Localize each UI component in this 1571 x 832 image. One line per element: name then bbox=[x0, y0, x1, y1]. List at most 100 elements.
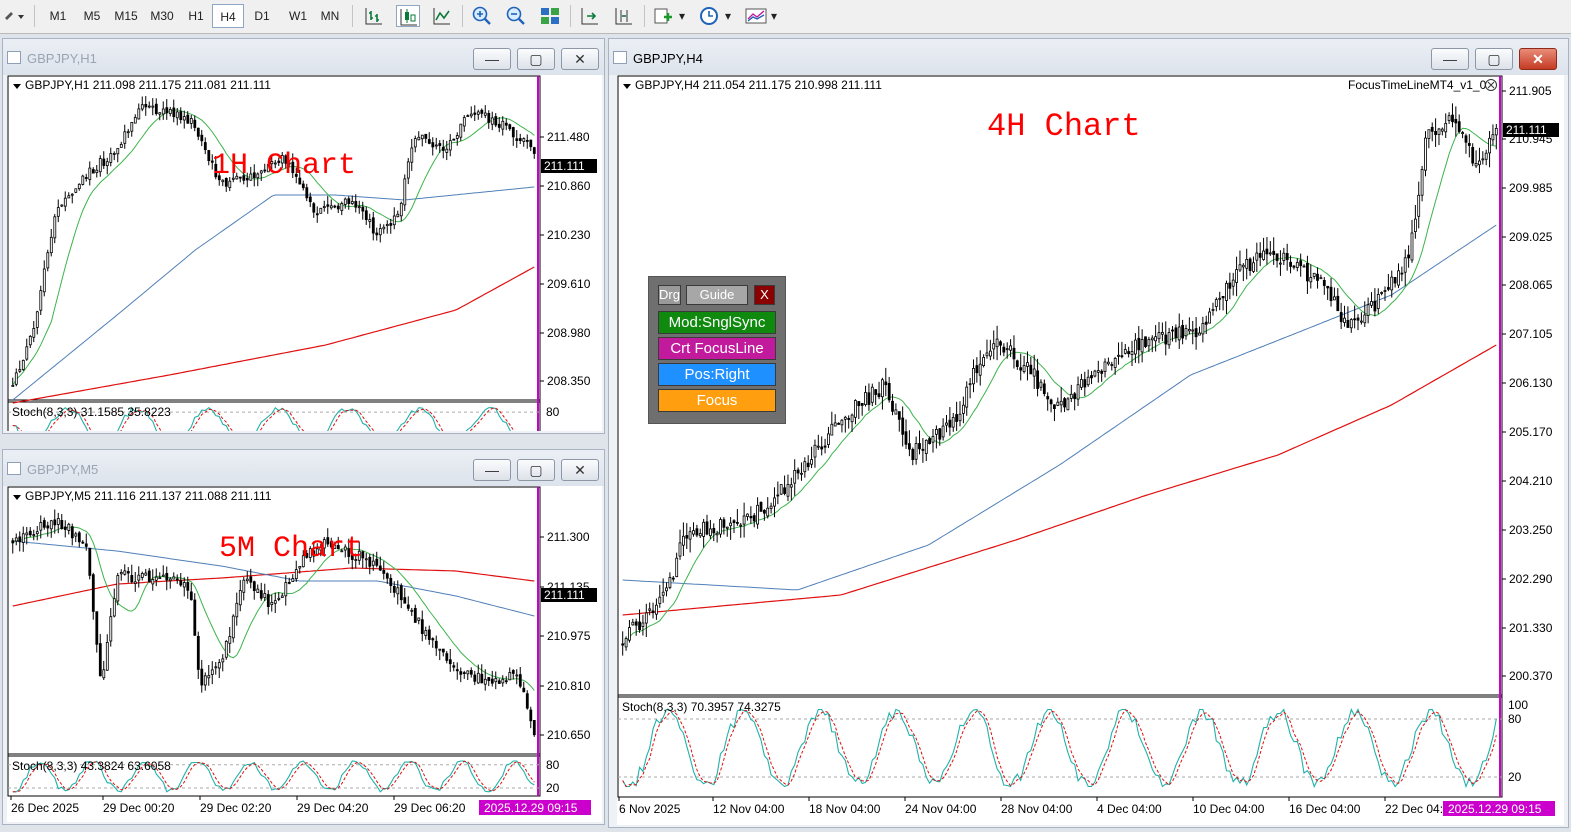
zoom-in-icon[interactable] bbox=[470, 5, 494, 27]
candle bbox=[641, 622, 645, 627]
maximize-button[interactable]: ▢ bbox=[517, 459, 555, 481]
cursor-dropdown-icon[interactable] bbox=[2, 5, 26, 27]
candle bbox=[1390, 276, 1394, 291]
chart-area[interactable]: 211.905210.945209.985209.025208.065207.1… bbox=[617, 75, 1564, 825]
line-chart-icon[interactable] bbox=[430, 5, 454, 27]
panel-close-button[interactable]: X bbox=[754, 285, 775, 305]
tile-windows-icon[interactable] bbox=[538, 5, 562, 27]
collapse-info-icon[interactable] bbox=[13, 84, 21, 89]
window-title: GBPJPY,H1 bbox=[27, 51, 97, 66]
timeframe-w1-button[interactable]: W1 bbox=[282, 4, 314, 28]
minimize-button[interactable]: — bbox=[1431, 48, 1469, 70]
timeframe-h1-button[interactable]: H1 bbox=[180, 4, 212, 28]
timeframe-d1-button[interactable]: D1 bbox=[246, 4, 278, 28]
bar-chart-icon[interactable] bbox=[362, 5, 386, 27]
candle bbox=[91, 574, 95, 612]
candle bbox=[891, 400, 894, 412]
candle bbox=[193, 119, 197, 128]
chart-area[interactable]: 211.480 210.860 210.230 209.610 208.980 208.3… bbox=[7, 75, 602, 431]
candle bbox=[371, 560, 375, 566]
timeframe-m1-button[interactable]: M1 bbox=[42, 4, 74, 28]
maximize-button[interactable]: ▢ bbox=[1475, 48, 1513, 70]
candle bbox=[830, 423, 834, 436]
candle bbox=[1204, 321, 1208, 325]
close-button[interactable]: ✕ bbox=[1519, 48, 1557, 70]
toolbar: M1 M5 M15 M30 H1 H4 D1 W1 MN ▾ ▾ ▾ bbox=[0, 0, 1571, 34]
candle bbox=[1015, 360, 1019, 367]
candle bbox=[161, 574, 165, 577]
timeframe-m5-button[interactable]: M5 bbox=[76, 4, 108, 28]
chart-shift-icon[interactable] bbox=[612, 5, 636, 27]
candle bbox=[651, 610, 655, 614]
candle bbox=[130, 575, 134, 583]
guide-button[interactable]: Guide bbox=[686, 285, 748, 305]
timeframe-h4-button[interactable]: H4 bbox=[212, 4, 244, 28]
price-axis-label: 211.905 bbox=[1509, 84, 1552, 98]
collapse-info-icon[interactable] bbox=[623, 84, 631, 89]
maximize-button[interactable]: ▢ bbox=[517, 48, 555, 70]
focus-button[interactable]: Focus bbox=[658, 389, 776, 412]
window-titlebar[interactable] bbox=[609, 39, 1568, 75]
candle bbox=[975, 365, 979, 374]
candle bbox=[49, 520, 53, 530]
candle bbox=[504, 680, 508, 683]
close-button[interactable]: ✕ bbox=[561, 459, 599, 481]
chart-window-m5[interactable]: GBPJPY,M5 — ▢ ✕ 211.300 211.135 210.975 210… bbox=[2, 449, 605, 825]
drag-button[interactable]: Drg bbox=[658, 285, 681, 305]
candle bbox=[894, 409, 898, 415]
minimize-button[interactable]: — bbox=[473, 459, 511, 481]
candle bbox=[800, 472, 803, 475]
candle bbox=[21, 359, 25, 370]
candle bbox=[109, 616, 113, 642]
minimize-button[interactable]: — bbox=[473, 48, 511, 70]
periods-dropdown-icon[interactable]: ▾ bbox=[722, 4, 734, 28]
stochastic-main-line bbox=[622, 707, 1497, 789]
candlestick-chart-icon[interactable] bbox=[396, 5, 420, 27]
mode-button[interactable]: Mod:SnglSync bbox=[658, 311, 776, 334]
collapse-info-icon[interactable] bbox=[13, 495, 21, 500]
candle bbox=[413, 138, 417, 148]
candle bbox=[385, 573, 389, 579]
position-button[interactable]: Pos:Right bbox=[658, 363, 776, 386]
zoom-out-icon[interactable] bbox=[504, 5, 528, 27]
candle bbox=[1211, 308, 1215, 311]
candle bbox=[941, 425, 945, 438]
candle bbox=[1356, 317, 1360, 321]
close-button[interactable]: ✕ bbox=[561, 48, 599, 70]
candle bbox=[1295, 262, 1299, 268]
templates-dropdown-icon[interactable]: ▾ bbox=[768, 4, 780, 28]
timeframe-m15-button[interactable]: M15 bbox=[110, 4, 142, 28]
indicators-icon[interactable] bbox=[652, 5, 676, 27]
candle bbox=[172, 576, 176, 580]
candle bbox=[28, 530, 32, 536]
candle bbox=[147, 105, 151, 108]
candle bbox=[91, 169, 95, 174]
chart-window-h4[interactable]: GBPJPY,H4 — ▢ ✕ 211.905 210.945 209.985 209… bbox=[608, 38, 1569, 828]
candle bbox=[1184, 328, 1188, 337]
indicators-dropdown-icon[interactable]: ▾ bbox=[676, 4, 688, 28]
create-focusline-button[interactable]: Crt FocusLine bbox=[658, 337, 776, 360]
candle bbox=[221, 658, 225, 663]
candle bbox=[779, 484, 783, 495]
candle bbox=[1491, 134, 1495, 141]
templates-icon[interactable] bbox=[744, 5, 768, 27]
price-axis-label: 202.290 bbox=[1509, 572, 1553, 586]
candle bbox=[263, 593, 267, 598]
timeframe-m30-button[interactable]: M30 bbox=[146, 4, 178, 28]
timeframe-mn-button[interactable]: MN bbox=[314, 4, 346, 28]
candle bbox=[1002, 346, 1006, 353]
candle bbox=[1255, 252, 1259, 261]
chart-window-h1[interactable]: GBPJPY,H1 — ▢ ✕ 211.480 210.860 210.230 209… bbox=[2, 38, 605, 434]
candle bbox=[1130, 351, 1134, 355]
candle bbox=[67, 523, 71, 531]
periods-clock-icon[interactable] bbox=[698, 5, 722, 27]
candle bbox=[126, 131, 130, 134]
autoscroll-icon[interactable] bbox=[578, 5, 602, 27]
candle bbox=[438, 648, 442, 651]
candle bbox=[266, 594, 270, 608]
chart-area[interactable]: 211.300211.135210.975210.810210.650211.1… bbox=[7, 486, 602, 822]
candle bbox=[140, 104, 144, 110]
time-axis-label: 16 Dec 04:00 bbox=[1289, 802, 1361, 816]
time-axis-label: 4 Dec 04:00 bbox=[1097, 802, 1162, 816]
candle bbox=[837, 422, 841, 425]
